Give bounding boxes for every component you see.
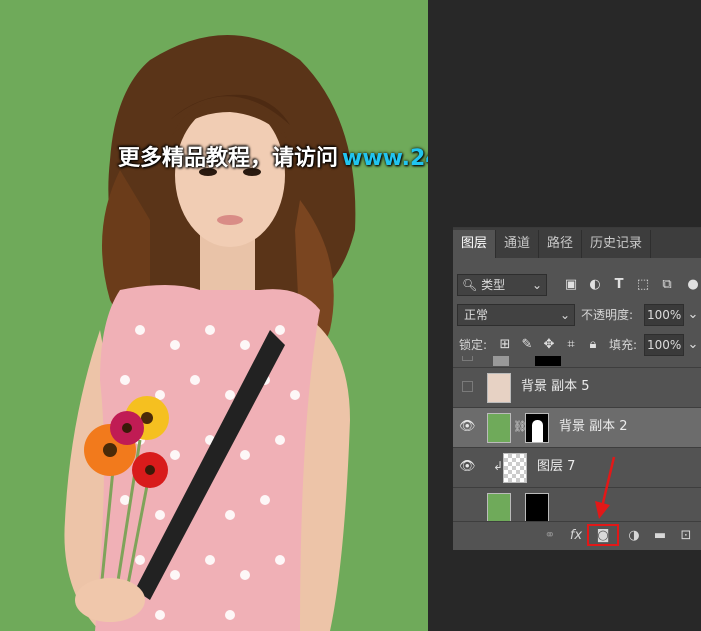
lock-artboard-icon[interactable]: ⌗ (563, 335, 579, 355)
photo-girl-with-flowers (64, 35, 356, 631)
chevron-down-icon[interactable]: ⌄ (685, 305, 701, 325)
layer-thumbnail (503, 453, 527, 483)
lock-label: 锁定: (459, 338, 488, 352)
opacity-label: 不透明度: (581, 308, 634, 322)
layer-row[interactable]: 👁︎ ↲ 图层 7 (453, 448, 701, 488)
layer-name[interactable]: 背景 副本 5 (521, 378, 590, 396)
fill-input[interactable]: 100% (644, 334, 684, 356)
blend-mode-select[interactable]: 正常 ⌄ (457, 304, 575, 326)
layer-row-selected[interactable]: 👁︎ ⛓︎ 背景 副本 2 (453, 408, 701, 448)
image-filter-icon[interactable]: ▣ (563, 275, 579, 295)
lock-move-icon[interactable]: ✥ (541, 335, 557, 355)
layer-name[interactable]: 图层 7 (537, 458, 575, 476)
layer-partial-top[interactable] (453, 356, 701, 368)
filter-select[interactable]: 🔍︎ 类型 ⌄ (457, 274, 547, 296)
blend-row: 正常 ⌄ 不透明度: 100% ⌄ (453, 304, 701, 326)
tab-channels[interactable]: 通道 (496, 230, 540, 258)
lock-all-icon[interactable]: 🔒︎ (585, 335, 601, 355)
filter-toggle-icon[interactable]: ● (685, 275, 701, 295)
layers-panel: 图层 通道 路径 历史记录 🔍︎ 类型 ⌄ ▣ ◐ T ⬚ ⧉ ● 正常 ⌄ 不… (453, 227, 701, 550)
folder-icon[interactable]: ▬ (651, 527, 669, 545)
new-layer-icon[interactable]: ⊡ (677, 527, 695, 545)
search-icon: 🔍︎ (462, 278, 478, 292)
adjustment-icon[interactable]: ◑ (625, 527, 643, 545)
tab-paths[interactable]: 路径 (539, 230, 583, 258)
watermark: 更多精品教程，请访问www.240PS.com (118, 140, 428, 172)
eye-icon[interactable]: 👁︎ (459, 458, 476, 476)
lock-transparent-icon[interactable]: ⊞ (497, 335, 513, 355)
type-filter-icon[interactable]: T (611, 275, 627, 295)
watermark-text: 更多精品教程，请访问 (118, 146, 339, 171)
tab-layers[interactable]: 图层 (453, 230, 497, 258)
chevron-down-icon[interactable]: ⌄ (685, 335, 701, 355)
link-icon[interactable]: ⚭ (541, 527, 559, 545)
fill-label: 填充: (609, 338, 638, 352)
adjustment-thumb (493, 356, 509, 366)
watermark-url: www.240PS.com (342, 146, 428, 171)
filter-row: 🔍︎ 类型 ⌄ ▣ ◐ T ⬚ ⧉ ● (453, 274, 701, 296)
layer-row-partial-bottom[interactable] (453, 488, 701, 521)
lock-row: 锁定: ⊞ ✎ ✥ ⌗ 🔒︎ 填充: 100% ⌄ (453, 334, 701, 356)
panel-tabs: 图层 通道 路径 历史记录 (453, 228, 701, 258)
smart-object-filter-icon[interactable]: ⧉ (659, 275, 675, 295)
blend-mode-value: 正常 (464, 308, 489, 322)
annotation-arrow (595, 456, 616, 519)
layer-thumbnail (487, 373, 511, 403)
shape-filter-icon[interactable]: ⬚ (635, 275, 651, 295)
opacity-input[interactable]: 100% (644, 304, 684, 326)
filter-label: 类型 (481, 278, 506, 292)
layer-row[interactable]: 背景 副本 5 (453, 368, 701, 408)
layer-thumbnail (487, 493, 511, 521)
chevron-down-icon: ⌄ (559, 308, 570, 322)
layer-thumbnail (487, 413, 511, 443)
lock-brush-icon[interactable]: ✎ (519, 335, 535, 355)
mask-button-highlight (587, 524, 619, 546)
visibility-toggle[interactable] (462, 356, 473, 361)
mask-thumb (535, 356, 561, 366)
clip-arrow-icon: ↲ (493, 459, 504, 473)
layer-mask-thumbnail (525, 493, 549, 521)
adjustment-filter-icon[interactable]: ◐ (587, 275, 603, 295)
layer-list[interactable]: 背景 副本 5 👁︎ ⛓︎ 背景 副本 2 👁︎ ↲ 图层 7 (453, 356, 701, 521)
tab-history[interactable]: 历史记录 (582, 230, 652, 258)
visibility-toggle[interactable] (462, 381, 473, 392)
layer-name[interactable]: 背景 副本 2 (559, 418, 628, 436)
screenshot: 更多精品教程，请访问www.240PS.com 图层 通道 路径 历史记录 🔍︎… (0, 0, 701, 631)
layer-mask-thumbnail[interactable] (525, 413, 549, 443)
canvas[interactable]: 更多精品教程，请访问www.240PS.com (0, 0, 428, 631)
fx-icon[interactable]: fx (567, 527, 585, 545)
eye-icon[interactable]: 👁︎ (459, 418, 476, 436)
chevron-down-icon: ⌄ (531, 278, 542, 292)
layers-bottom-toolbar: ⚭ fx ◙ ◑ ▬ ⊡ (453, 521, 701, 550)
